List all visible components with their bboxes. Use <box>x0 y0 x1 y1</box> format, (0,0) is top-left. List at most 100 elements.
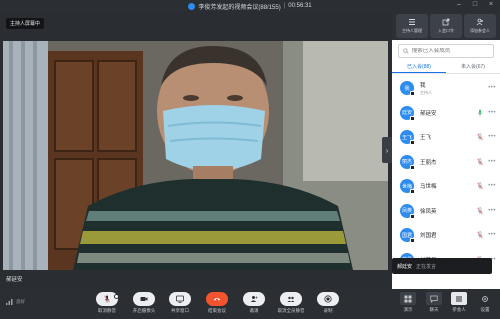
list-item[interactable]: 国君 刘国君 ••• <box>392 223 500 248</box>
settings-square <box>477 292 493 305</box>
layout-icon <box>404 295 412 302</box>
more-icon[interactable]: ••• <box>488 134 496 140</box>
add-person-button[interactable]: 添加参会人 <box>464 14 496 38</box>
hangup-icon <box>213 298 221 301</box>
chat-button[interactable]: 聊天 <box>423 292 445 317</box>
speaking-name: 郝廷安 <box>397 263 413 270</box>
participant-name: 王飞 <box>420 135 432 142</box>
invite-icon <box>250 296 258 302</box>
close-icon[interactable]: × <box>486 1 496 8</box>
end-meeting-button[interactable]: 结束会议 <box>204 292 230 317</box>
collapse-panel-button[interactable]: › <box>382 137 392 163</box>
more-icon[interactable]: ••• <box>488 232 496 238</box>
avatar: 世梅 <box>400 179 415 195</box>
more-icon[interactable]: ••• <box>488 159 496 165</box>
list-item[interactable]: 世梅 马世梅 ••• <box>392 174 500 199</box>
share-pill <box>169 292 191 306</box>
share-code-button[interactable]: 入会口令 <box>430 14 462 38</box>
participant-name: 马世梅 <box>420 184 437 191</box>
more-icon[interactable]: ••• <box>488 183 496 189</box>
participant-video[interactable] <box>3 41 388 270</box>
more-icon[interactable]: ••• <box>488 85 496 91</box>
chat-icon <box>430 295 438 303</box>
participant-name: 刘国君 <box>420 233 437 240</box>
share-window-label: 共享窗口 <box>171 308 189 313</box>
search-input[interactable] <box>411 48 489 54</box>
host-manage-icon <box>409 19 415 25</box>
add-person-label: 添加参会人 <box>470 28 490 33</box>
participants-button[interactable]: 参会人 <box>448 292 470 317</box>
window-controls: – □ × <box>454 1 496 8</box>
record-pill <box>317 292 339 306</box>
participants-label: 参会人 <box>452 307 466 312</box>
participants-square <box>451 292 467 305</box>
more-icon[interactable]: ••• <box>488 208 496 214</box>
avatar-text: 我 <box>404 85 410 92</box>
list-item[interactable]: 廷安 郝廷安 ••• <box>392 101 500 126</box>
host-screen-tag: 主持人屏幕中 <box>6 18 45 29</box>
chat-label: 聊天 <box>429 307 439 312</box>
avatar: 我 <box>400 81 415 97</box>
share-screen-icon <box>176 295 184 303</box>
camera-button[interactable]: 开启摄像头 <box>131 292 157 317</box>
layout-square <box>400 292 416 305</box>
host-manage-button[interactable]: 主持人管理 <box>396 14 428 38</box>
device-icon <box>410 238 415 244</box>
present-layout-button[interactable]: 演示 <box>397 292 419 317</box>
maximize-icon[interactable]: □ <box>470 1 480 8</box>
share-window-button[interactable]: 共享窗口 <box>167 292 193 317</box>
chat-square <box>426 292 442 305</box>
unmute-button[interactable]: 取消静音 <box>94 292 120 317</box>
mic-status-badge <box>114 294 119 299</box>
meeting-toolbar: 良好 取消静音 开启摄像头 共享窗口 结束会议 邀请 取消全员静音 录制 演示 … <box>0 289 500 319</box>
camera-label: 开启摄像头 <box>132 308 156 313</box>
speaker-name-tag: 郝廷安 <box>6 277 23 283</box>
mic-muted-icon[interactable] <box>476 133 484 141</box>
list-item[interactable]: 丽杰 王丽杰 ••• <box>392 150 500 175</box>
present-label: 演示 <box>403 307 413 312</box>
invite-pill <box>243 292 265 306</box>
mic-muted-icon[interactable] <box>476 206 484 215</box>
mic-muted-icon[interactable] <box>476 157 484 166</box>
end-meeting-label: 结束会议 <box>208 308 226 313</box>
avatar: 丽杰 <box>400 154 415 170</box>
title-separator: | <box>283 3 286 9</box>
record-button[interactable]: 录制 <box>315 292 341 317</box>
invite-label: 邀请 <box>249 308 259 313</box>
invite-button[interactable]: 邀请 <box>241 292 267 317</box>
meeting-shield-icon <box>188 2 196 10</box>
video-frame <box>3 41 388 270</box>
host-manage-label: 主持人管理 <box>402 28 422 33</box>
minimize-icon[interactable]: – <box>454 1 464 8</box>
mic-active-icon[interactable] <box>476 109 484 117</box>
meeting-timer: 00:56:31 <box>288 3 312 9</box>
participant-search[interactable] <box>398 44 494 58</box>
meeting-title: 李俊芳发起的视频会议(88/155) <box>198 4 281 11</box>
device-icon <box>410 140 415 146</box>
network-status-label: 良好 <box>16 299 25 304</box>
list-item[interactable]: 凤英 徐凤英 ••• <box>392 199 500 224</box>
settings-icon <box>482 295 488 302</box>
camera-icon <box>140 297 148 301</box>
participants-panel: 主持人管理 入会口令 添加参会人 已入会(88) 未入会(67) 我 我主持人 … <box>392 12 500 289</box>
title-bar: 李俊芳发起的视频会议(88/155) | 00:56:31 – □ × <box>0 0 500 12</box>
list-item[interactable]: 我 我主持人 ••• <box>392 76 500 101</box>
participant-name: 我主持人 <box>420 81 488 96</box>
mute-all-button[interactable]: 取消全员静音 <box>278 292 305 317</box>
more-icon[interactable]: ••• <box>488 110 496 116</box>
participant-name: 徐凤英 <box>420 208 437 215</box>
mute-all-pill <box>280 292 302 306</box>
participant-list: 我 我主持人 ••• 廷安 郝廷安 ••• 王飞 王飞 ••• 丽杰 王丽杰 •… <box>392 74 500 272</box>
tab-joined[interactable]: 已入会(88) <box>392 62 446 73</box>
settings-label: 设置 <box>480 307 490 312</box>
settings-button[interactable]: 设置 <box>474 292 496 317</box>
video-stage: 主持人屏幕中 郝廷安 › <box>0 12 392 289</box>
list-item[interactable]: 王飞 王飞 ••• <box>392 125 500 150</box>
mic-muted-icon[interactable] <box>476 231 484 239</box>
mic-muted-icon[interactable] <box>476 182 484 190</box>
tab-not-joined[interactable]: 未入会(67) <box>446 62 500 73</box>
device-icon <box>410 213 415 219</box>
device-icon <box>410 164 415 170</box>
avatar: 凤英 <box>400 203 415 219</box>
device-icon <box>410 115 415 121</box>
